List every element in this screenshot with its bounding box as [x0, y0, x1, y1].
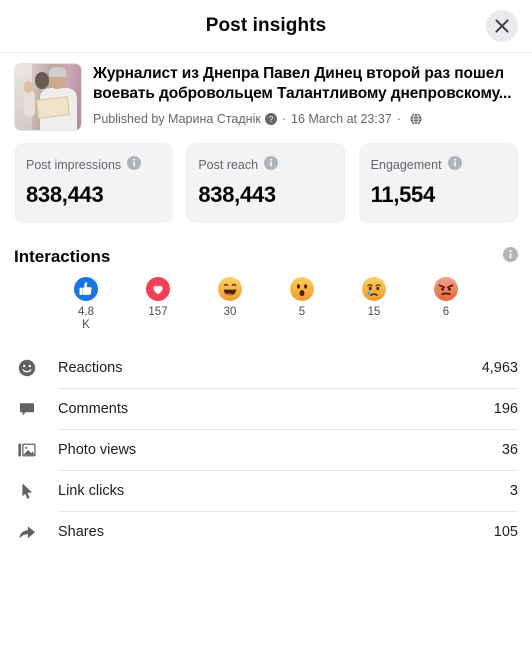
info-icon[interactable] [447, 156, 462, 173]
interaction-rows: Reactions 4,963 Comments 196 Photo views… [0, 332, 532, 552]
list-item-photo-views[interactable]: Photo views 36 [14, 430, 518, 470]
metric-label-text: Post reach [198, 157, 259, 172]
metric-value: 838,443 [26, 182, 104, 207]
row-value: 4,963 [481, 360, 518, 376]
smiley-face-icon [14, 358, 40, 378]
info-icon[interactable] [264, 156, 279, 173]
metric-value: 11,554 [370, 182, 436, 207]
metric-cards: Post impressions 838,443 Post reach 838,… [0, 137, 532, 223]
row-value: 196 [493, 401, 518, 417]
metric-label: Post reach [198, 156, 333, 173]
info-icon[interactable] [127, 156, 142, 173]
list-item-reactions[interactable]: Reactions 4,963 [14, 348, 518, 388]
metric-card-post-reach[interactable]: Post reach 838,443 [186, 143, 346, 223]
metric-card-post-impressions[interactable]: Post impressions 838,443 [14, 143, 174, 223]
post-thumbnail[interactable] [14, 63, 82, 131]
reaction-sad[interactable]: 15 [338, 277, 410, 332]
comment-bubble-icon [14, 399, 40, 419]
reaction-count: 6 [442, 306, 450, 318]
reaction-breakdown: 4.8 K 157 30 5 15 6 [0, 267, 532, 332]
meta-separator-1: · [281, 112, 286, 126]
thumbs-up-icon [74, 277, 98, 301]
post-preview[interactable]: Журналист из Днепра Павел Динец второй р… [0, 53, 532, 137]
metric-card-engagement[interactable]: Engagement 11,554 [358, 143, 518, 223]
globe-icon [410, 113, 422, 125]
page-title: Post insights [205, 15, 327, 36]
row-label: Comments [58, 401, 129, 417]
crying-face-icon [362, 277, 386, 301]
row-label: Reactions [58, 360, 123, 376]
metric-label-text: Post impressions [26, 157, 122, 172]
verified-badge-icon: ? [264, 113, 277, 125]
close-button[interactable] [486, 10, 518, 42]
row-label: Shares [58, 524, 104, 540]
cursor-arrow-icon [14, 481, 40, 501]
post-byline: Published by Марина Стаднік ? · 16 March… [93, 112, 518, 126]
reaction-angry[interactable]: 6 [410, 277, 482, 332]
reaction-love[interactable]: 157 [122, 277, 194, 332]
reaction-count: 157 [148, 306, 168, 318]
svg-text:?: ? [269, 115, 274, 124]
share-arrow-icon [14, 522, 40, 542]
metric-label: Engagement [371, 156, 506, 173]
reaction-like[interactable]: 4.8 K [50, 277, 122, 332]
published-by-text: Published by Марина Стаднік [93, 112, 261, 126]
row-value: 105 [493, 524, 518, 540]
row-label: Link clicks [58, 483, 125, 499]
photo-stack-icon [14, 440, 40, 460]
metric-value: 838,443 [198, 182, 276, 207]
row-value: 36 [501, 442, 518, 458]
meta-separator-2: · [396, 112, 401, 126]
surprised-face-icon [290, 277, 314, 301]
list-item-shares[interactable]: Shares 105 [14, 512, 518, 552]
laughing-face-icon [218, 277, 242, 301]
post-insights-modal: Post insights Журналист из Днепра Павел … [0, 0, 532, 662]
close-icon [494, 18, 510, 34]
row-label: Photo views [58, 442, 137, 458]
metric-label-text: Engagement [370, 157, 442, 172]
angry-face-icon [434, 277, 458, 301]
reaction-count: 5 [298, 306, 306, 318]
list-item-link-clicks[interactable]: Link clicks 3 [14, 471, 518, 511]
post-text-block: Журналист из Днепра Павел Динец второй р… [93, 63, 518, 126]
interactions-title: Interactions [14, 247, 111, 266]
modal-header: Post insights [0, 0, 532, 53]
heart-icon [146, 277, 170, 301]
reaction-count: 30 [223, 306, 237, 318]
reaction-haha[interactable]: 30 [194, 277, 266, 332]
post-date: 16 March at 23:37 [291, 112, 392, 126]
list-item-comments[interactable]: Comments 196 [14, 389, 518, 429]
info-icon[interactable] [503, 247, 518, 267]
post-title: Журналист из Днепра Павел Динец второй р… [93, 65, 512, 102]
reaction-count: 15 [367, 306, 381, 318]
reaction-wow[interactable]: 5 [266, 277, 338, 332]
reaction-count: 4.8 K [78, 306, 94, 331]
row-value: 3 [509, 483, 518, 499]
interactions-header: Interactions [0, 223, 532, 267]
metric-label: Post impressions [26, 156, 161, 173]
